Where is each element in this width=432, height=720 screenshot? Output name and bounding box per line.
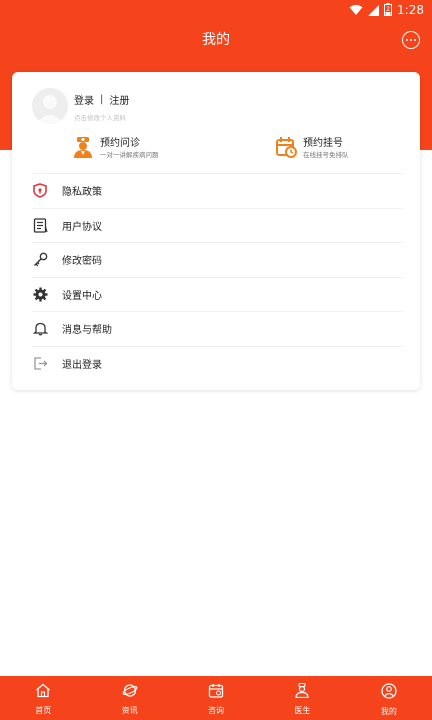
login-register-row: 登录 | 注册: [74, 92, 129, 107]
logout-icon: [32, 355, 48, 371]
tab-label: 首页: [35, 706, 52, 715]
more-dot: [410, 39, 412, 41]
tab-news[interactable]: 资讯: [86, 676, 172, 720]
tab-label: 医生: [294, 706, 311, 715]
tab-consult[interactable]: 咨询: [173, 676, 259, 720]
menu-item-user-agreement[interactable]: 用户协议: [32, 207, 404, 243]
tab-doctor[interactable]: 医生: [259, 676, 345, 720]
page-title: 我的: [202, 32, 230, 48]
shield-icon: [32, 183, 48, 199]
menu-item-label: 隐私政策: [62, 187, 102, 199]
calendar-clock-icon: [275, 136, 297, 162]
quick-action-appointment-register[interactable]: 预约挂号 在线挂号免排队: [275, 136, 349, 162]
login-link[interactable]: 登录: [74, 92, 94, 107]
menu-item-logout[interactable]: 退出登录: [32, 345, 404, 381]
quick-action-title: 预约问诊: [100, 138, 140, 149]
status-icons: 2 1:28: [349, 2, 424, 18]
tab-label: 我的: [380, 707, 397, 716]
login-separator: |: [100, 94, 104, 105]
menu-item-change-password[interactable]: 修改密码: [32, 242, 404, 277]
home-icon: [35, 683, 51, 702]
key-icon: [32, 252, 48, 268]
more-dot: [414, 39, 416, 41]
avatar[interactable]: [32, 88, 68, 124]
menu-item-messages-help[interactable]: 消息与帮助: [32, 311, 404, 346]
menu-item-label: 退出登录: [62, 359, 102, 371]
avatar-placeholder-icon: [32, 88, 68, 124]
quick-action-subtitle: 在线挂号免排队: [303, 151, 349, 159]
menu-item-label: 修改密码: [62, 256, 102, 268]
app-header: 我的: [0, 20, 432, 60]
status-time: 1:28: [397, 3, 424, 17]
battery-level: 2: [386, 6, 390, 13]
quick-action-appointment-consult[interactable]: 预约问诊 一对一讲解疾病问题: [72, 136, 159, 162]
menu-item-label: 设置中心: [62, 290, 102, 302]
profile-edit-hint[interactable]: 点击修改个人资料: [74, 112, 126, 122]
quick-action-subtitle: 一对一讲解疾病问题: [100, 151, 159, 159]
signal-icon: [368, 1, 380, 20]
more-button[interactable]: [402, 31, 420, 49]
tab-mine[interactable]: 我的: [346, 676, 432, 720]
register-link[interactable]: 注册: [109, 92, 129, 107]
user-icon: [381, 683, 397, 703]
settings-menu: 隐私政策 用户协议 修改密码 设置中心 消息与帮助 退出登录: [32, 173, 404, 380]
doctor-icon: [72, 136, 94, 162]
tab-label: 咨询: [208, 706, 225, 715]
quick-action-title: 预约挂号: [303, 138, 343, 149]
planet-icon: [122, 683, 138, 702]
tab-home[interactable]: 首页: [0, 676, 86, 720]
doctor-tab-icon: [294, 682, 310, 702]
bell-icon: [32, 321, 48, 337]
menu-item-label: 用户协议: [62, 221, 102, 233]
status-bar: 2 1:28: [0, 0, 432, 20]
menu-item-settings-center[interactable]: 设置中心: [32, 276, 404, 312]
document-icon: [32, 217, 48, 233]
more-dots-icon: [406, 39, 408, 41]
gear-icon: [32, 286, 48, 302]
bottom-tab-bar: 首页 资讯 咨询 医生 我的: [0, 676, 432, 720]
wifi-icon: [349, 1, 363, 20]
battery-icon: 2: [384, 1, 393, 20]
profile-card: 登录 | 注册 点击修改个人资料 预约问诊 一对一讲解疾病问题 预约挂号 在线挂…: [12, 72, 420, 390]
menu-item-privacy-policy[interactable]: 隐私政策: [32, 173, 404, 208]
calendar-icon: [208, 683, 224, 702]
tab-label: 资讯: [121, 706, 138, 715]
menu-item-label: 消息与帮助: [62, 325, 112, 337]
